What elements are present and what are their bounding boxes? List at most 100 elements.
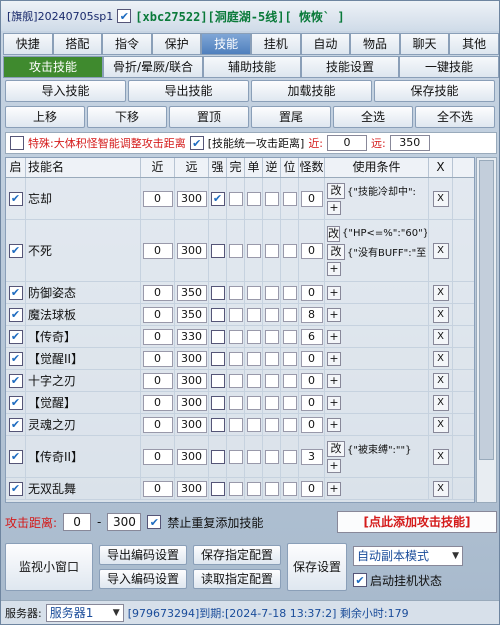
add-condition-icon[interactable]: +	[327, 307, 341, 322]
far-input[interactable]: 300	[176, 416, 207, 433]
save-skills-button[interactable]: 保存技能	[374, 80, 495, 102]
tab-hangup[interactable]: 挂机	[250, 33, 301, 55]
table-row[interactable]: 无双乱舞03000+X	[6, 478, 474, 500]
add-attack-skill-button[interactable]: [点此添加攻击技能]	[337, 511, 497, 533]
table-row[interactable]: 防御姿态03500+X	[6, 282, 474, 304]
edit-condition-button[interactable]: 改	[327, 182, 345, 199]
table-row[interactable]: 忘却03000改{"技能冷却中":+X	[6, 178, 474, 220]
delete-skill-button[interactable]: X	[432, 372, 449, 389]
table-row[interactable]: 不死03000改{"HP<=%":"60"}改{"没有BUFF":"至+X	[6, 220, 474, 282]
position-checkbox[interactable]	[282, 285, 297, 300]
near-input[interactable]: 0	[142, 306, 173, 323]
monitor-window-button[interactable]: 监视小窗口	[5, 543, 93, 591]
add-condition-icon[interactable]: +	[327, 351, 341, 366]
complete-checkbox[interactable]	[228, 417, 243, 432]
far-input[interactable]: 330	[176, 328, 207, 345]
tab-other[interactable]: 其他	[449, 33, 499, 55]
row-enable-checkbox[interactable]	[8, 373, 23, 388]
monster-count-input[interactable]: 0	[300, 284, 323, 301]
monster-count-input[interactable]: 0	[300, 416, 323, 433]
reverse-checkbox[interactable]	[264, 307, 279, 322]
table-row[interactable]: 十字之刃03000+X	[6, 370, 474, 392]
position-checkbox[interactable]	[282, 329, 297, 344]
table-row[interactable]: 【觉醒】03000+X	[6, 392, 474, 414]
subtab-fracture[interactable]: 骨折/晕厥/联合	[103, 56, 203, 78]
reverse-checkbox[interactable]	[264, 191, 279, 206]
position-checkbox[interactable]	[282, 481, 297, 496]
add-condition-icon[interactable]: +	[327, 329, 341, 344]
startup-checkbox[interactable]	[353, 573, 367, 587]
far-input[interactable]: 350	[176, 306, 207, 323]
near-input[interactable]: 0	[142, 416, 173, 433]
mode-select[interactable]: 自动副本模式	[353, 545, 463, 566]
import-skills-button[interactable]: 导入技能	[5, 80, 126, 102]
read-config-button[interactable]: 读取指定配置	[193, 569, 281, 589]
complete-checkbox[interactable]	[228, 395, 243, 410]
reverse-checkbox[interactable]	[264, 417, 279, 432]
force-checkbox[interactable]	[210, 307, 225, 322]
complete-checkbox[interactable]	[228, 329, 243, 344]
far-input[interactable]: 300	[176, 448, 207, 465]
subtab-skill-settings[interactable]: 技能设置	[301, 56, 399, 78]
tab-protect[interactable]: 保护	[151, 33, 202, 55]
position-checkbox[interactable]	[282, 243, 297, 258]
table-row[interactable]: 【觉醒II】03000+X	[6, 348, 474, 370]
table-row[interactable]: 【传奇II】03003改{"被束缚":""}+X	[6, 436, 474, 478]
add-condition-icon[interactable]: +	[327, 458, 341, 473]
complete-checkbox[interactable]	[228, 449, 243, 464]
force-checkbox[interactable]	[210, 191, 225, 206]
far-input[interactable]: 300	[176, 190, 207, 207]
single-checkbox[interactable]	[246, 307, 261, 322]
force-checkbox[interactable]	[210, 329, 225, 344]
export-code-button[interactable]: 导出编码设置	[99, 545, 187, 565]
reverse-checkbox[interactable]	[264, 395, 279, 410]
delete-skill-button[interactable]: X	[432, 328, 449, 345]
server-select[interactable]: 服务器1	[45, 603, 124, 622]
delete-skill-button[interactable]: X	[432, 480, 449, 497]
near-input[interactable]: 0	[142, 350, 173, 367]
position-checkbox[interactable]	[282, 307, 297, 322]
export-skills-button[interactable]: 导出技能	[128, 80, 249, 102]
far-input[interactable]: 350	[389, 135, 430, 151]
single-checkbox[interactable]	[246, 285, 261, 300]
single-checkbox[interactable]	[246, 351, 261, 366]
reverse-checkbox[interactable]	[264, 449, 279, 464]
reverse-checkbox[interactable]	[264, 329, 279, 344]
row-enable-checkbox[interactable]	[8, 191, 23, 206]
position-checkbox[interactable]	[282, 449, 297, 464]
select-none-button[interactable]: 全不选	[415, 106, 495, 128]
edit-condition-button[interactable]: 改	[327, 243, 345, 260]
reverse-checkbox[interactable]	[264, 373, 279, 388]
subtab-attack-skills[interactable]: 攻击技能	[3, 56, 103, 78]
far-input[interactable]: 300	[176, 372, 207, 389]
single-checkbox[interactable]	[246, 191, 261, 206]
far-input[interactable]: 300	[176, 480, 207, 497]
reverse-checkbox[interactable]	[264, 243, 279, 258]
force-checkbox[interactable]	[210, 373, 225, 388]
force-checkbox[interactable]	[210, 417, 225, 432]
far-input[interactable]: 350	[176, 284, 207, 301]
row-enable-checkbox[interactable]	[8, 307, 23, 322]
table-row[interactable]: 魔法球板 0350 8 + X	[6, 304, 474, 326]
row-enable-checkbox[interactable]	[8, 329, 23, 344]
position-checkbox[interactable]	[282, 417, 297, 432]
tab-auto[interactable]: 自动	[300, 33, 351, 55]
position-checkbox[interactable]	[282, 373, 297, 388]
near-input[interactable]: 0	[142, 480, 173, 497]
row-enable-checkbox[interactable]	[8, 417, 23, 432]
reverse-checkbox[interactable]	[264, 351, 279, 366]
near-input[interactable]: 0	[142, 242, 173, 259]
select-all-button[interactable]: 全选	[333, 106, 413, 128]
complete-checkbox[interactable]	[228, 285, 243, 300]
monster-count-input[interactable]: 0	[300, 372, 323, 389]
monster-count-input[interactable]: 3	[300, 448, 323, 465]
unify-distance-checkbox[interactable]	[189, 136, 204, 150]
complete-checkbox[interactable]	[228, 481, 243, 496]
complete-checkbox[interactable]	[228, 191, 243, 206]
add-condition-icon[interactable]: +	[327, 417, 341, 432]
row-enable-checkbox[interactable]	[8, 481, 23, 496]
import-code-button[interactable]: 导入编码设置	[99, 569, 187, 589]
table-scrollbar[interactable]	[476, 157, 497, 503]
distance-to-input[interactable]: 300	[107, 513, 142, 531]
near-input[interactable]: 0	[142, 448, 173, 465]
